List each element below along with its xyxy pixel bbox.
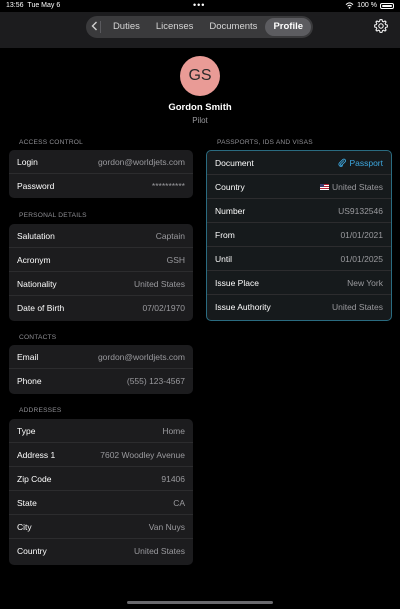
row-label: Salutation <box>17 230 55 241</box>
salutation-row[interactable]: Salutation Captain <box>9 224 193 248</box>
row-label: Acronym <box>17 254 51 265</box>
row-label: From <box>215 229 235 240</box>
passport-number-row[interactable]: Number US9132546 <box>207 199 391 223</box>
status-date: Tue May 6 <box>27 2 61 9</box>
tab-licenses[interactable]: Licenses <box>148 18 202 36</box>
row-value: (555) 123-4567 <box>126 376 185 386</box>
row-label: Date of Birth <box>17 303 65 313</box>
row-value: 01/01/2025 <box>340 253 383 264</box>
profile-name: Gordon Smith <box>168 102 232 113</box>
acronym-row[interactable]: Acronym GSH <box>9 248 193 272</box>
row-value: 91406 <box>161 473 185 484</box>
section-title-contacts: CONTACTS <box>19 334 57 341</box>
row-value: United States <box>319 181 383 192</box>
row-value: gordon@worldjets.com <box>97 156 185 167</box>
contacts-card: Email gordon@worldjets.com Phone (555) 1… <box>9 345 193 394</box>
email-row[interactable]: Email gordon@worldjets.com <box>9 345 193 369</box>
segment-divider <box>100 21 101 33</box>
row-value: 7602 Woodley Avenue <box>100 449 185 460</box>
battery-icon <box>380 2 394 9</box>
password-row[interactable]: Password ********** <box>9 174 193 198</box>
addresses-card: Type Home Address 1 7602 Woodley Avenue … <box>9 419 193 565</box>
avatar[interactable]: GS <box>180 56 220 96</box>
row-label: Address 1 <box>17 449 56 460</box>
row-label: Country <box>17 546 47 556</box>
multitasking-dots[interactable]: ••• <box>193 0 205 10</box>
country-value: United States <box>331 181 383 192</box>
access-control-card: Login gordon@worldjets.com Password ****… <box>9 150 193 198</box>
tab-segmented-control: Duties Licenses Documents Profile <box>86 16 313 38</box>
row-value: New York <box>347 277 383 288</box>
profile-role: Pilot <box>192 116 208 125</box>
passport-card[interactable]: Document Passport Country United States … <box>206 150 392 321</box>
row-value: United States <box>133 546 185 556</box>
row-value: 07/02/1970 <box>142 303 185 313</box>
top-bar: Duties Licenses Documents Profile <box>0 12 400 48</box>
passport-from-row[interactable]: From 01/01/2021 <box>207 223 391 247</box>
wifi-icon <box>345 2 354 9</box>
row-value: gordon@worldjets.com <box>97 351 185 362</box>
row-label: Issue Place <box>215 277 259 288</box>
passport-until-row[interactable]: Until 01/01/2025 <box>207 247 391 271</box>
nationality-row[interactable]: Nationality United States <box>9 272 193 296</box>
zip-code-row[interactable]: Zip Code 91406 <box>9 467 193 491</box>
passport-country-row[interactable]: Country United States <box>207 175 391 199</box>
document-row[interactable]: Document Passport <box>207 151 391 175</box>
city-row[interactable]: City Van Nuys <box>9 515 193 539</box>
row-label: Email <box>17 351 39 362</box>
row-value: 01/01/2021 <box>340 229 383 240</box>
row-value: Van Nuys <box>148 521 185 532</box>
section-title-passports: PASSPORTS, IDS AND VISAS <box>217 139 313 146</box>
section-title-access-control: ACCESS CONTROL <box>19 139 83 146</box>
row-label: Login <box>17 156 38 167</box>
row-value: ********** <box>151 181 185 191</box>
paperclip-icon <box>338 158 347 167</box>
issue-place-row[interactable]: Issue Place New York <box>207 271 391 295</box>
tab-duties[interactable]: Duties <box>105 18 148 36</box>
personal-details-card: Salutation Captain Acronym GSH Nationali… <box>9 224 193 321</box>
row-value: CA <box>173 497 185 508</box>
row-label: Until <box>215 253 233 264</box>
tab-profile[interactable]: Profile <box>265 18 311 36</box>
status-time-date: 13:56 Tue May 6 <box>6 2 60 9</box>
issue-authority-row[interactable]: Issue Authority United States <box>207 295 391 319</box>
address-1-row[interactable]: Address 1 7602 Woodley Avenue <box>9 443 193 467</box>
row-label: Document <box>215 157 254 168</box>
battery-percent: 100 % <box>357 2 377 9</box>
row-label: Issue Authority <box>215 302 271 312</box>
country-row[interactable]: Country United States <box>9 539 193 563</box>
phone-row[interactable]: Phone (555) 123-4567 <box>9 369 193 393</box>
document-value: Passport <box>349 157 383 168</box>
row-label: Nationality <box>17 278 57 289</box>
row-value: Captain <box>155 230 185 241</box>
us-flag-icon <box>319 184 329 191</box>
row-value: GSH <box>166 254 185 265</box>
state-row[interactable]: State CA <box>9 491 193 515</box>
section-title-personal-details: PERSONAL DETAILS <box>19 212 87 219</box>
row-label: Country <box>215 181 245 192</box>
status-time: 13:56 <box>6 2 24 9</box>
login-row[interactable]: Login gordon@worldjets.com <box>9 150 193 174</box>
row-label: Phone <box>17 376 42 386</box>
address-type-row[interactable]: Type Home <box>9 419 193 443</box>
row-label: City <box>17 521 32 532</box>
date-of-birth-row[interactable]: Date of Birth 07/02/1970 <box>9 296 193 320</box>
row-label: Zip Code <box>17 473 52 484</box>
row-value: Home <box>162 425 185 436</box>
row-value: United States <box>133 278 185 289</box>
row-label: Password <box>17 181 55 191</box>
passport-document-link[interactable]: Passport <box>338 158 383 168</box>
row-label: State <box>17 497 37 508</box>
row-value: United States <box>331 302 383 312</box>
home-indicator[interactable] <box>127 601 273 604</box>
section-title-addresses: ADDRESSES <box>19 407 62 414</box>
row-label: Number <box>215 205 246 216</box>
status-right: 100 % <box>345 2 394 9</box>
row-value: US9132546 <box>338 205 383 216</box>
gear-icon[interactable] <box>373 18 389 34</box>
row-label: Type <box>17 425 36 436</box>
tab-documents[interactable]: Documents <box>201 18 265 36</box>
chevron-left-icon[interactable] <box>88 20 100 34</box>
